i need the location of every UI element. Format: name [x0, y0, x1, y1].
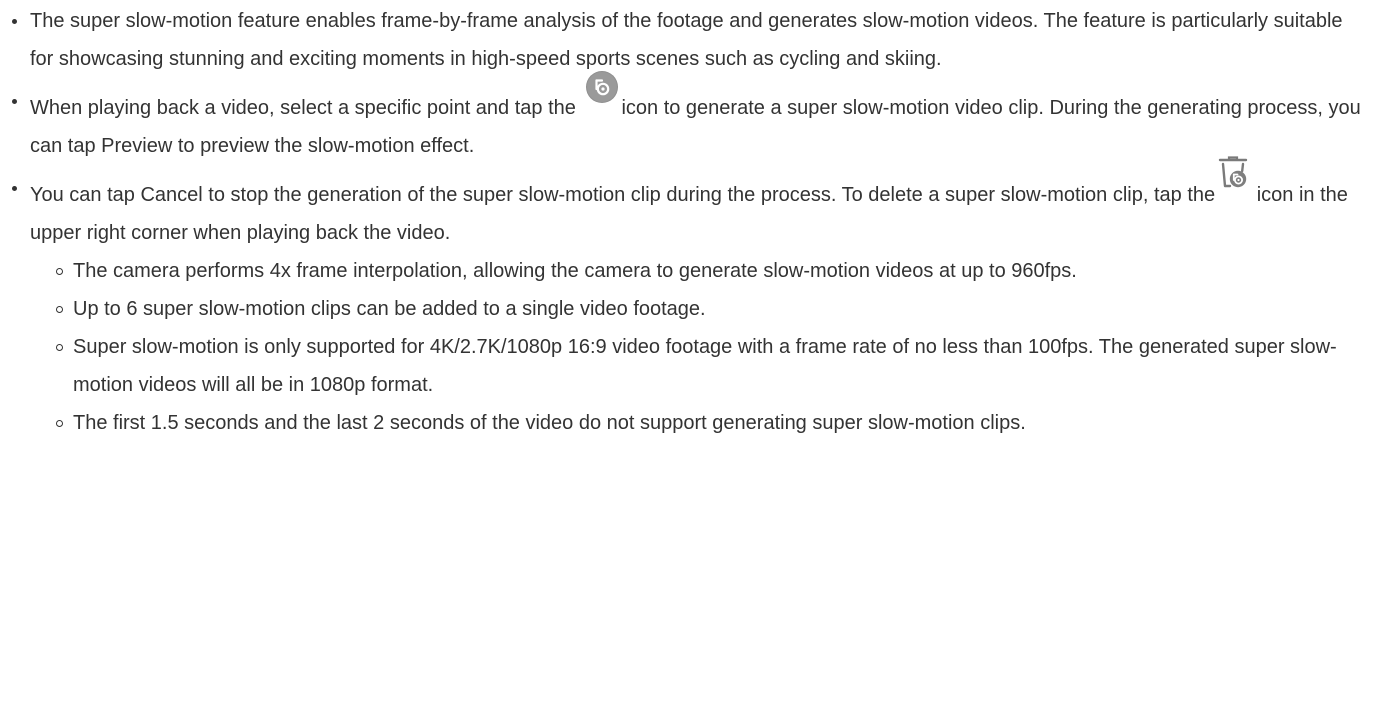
bullet-item-cancel-delete: You can tap Cancel to stop the generatio… — [0, 156, 1385, 442]
sub-item-text: The camera performs 4x frame interpolati… — [73, 260, 1077, 282]
super-slow-motion-icon — [585, 70, 619, 104]
sub-item-clip-limit: Up to 6 super slow-motion clips can be a… — [0, 290, 1365, 328]
sub-item-text: Up to 6 super slow-motion clips can be a… — [73, 298, 706, 320]
bullet-text-before-icon: You can tap Cancel to stop the generatio… — [30, 184, 1216, 206]
bullet-text-before-icon: When playing back a video, select a spec… — [30, 97, 582, 119]
bullet-text: The super slow-motion feature enables fr… — [30, 10, 1343, 70]
feature-bullet-list: The super slow-motion feature enables fr… — [0, 2, 1385, 442]
delete-slow-motion-icon — [1217, 155, 1249, 189]
sub-item-text: The first 1.5 seconds and the last 2 sec… — [73, 412, 1026, 434]
bullet-item-overview: The super slow-motion feature enables fr… — [0, 2, 1385, 78]
sub-item-frame-interpolation: The camera performs 4x frame interpolati… — [0, 252, 1365, 290]
bullet-item-generate: When playing back a video, select a spec… — [0, 71, 1385, 165]
sub-item-supported-formats: Super slow-motion is only supported for … — [0, 328, 1365, 404]
document-body: The super slow-motion feature enables fr… — [0, 0, 1385, 442]
sub-item-text: Super slow-motion is only supported for … — [73, 336, 1337, 396]
notes-sub-list: The camera performs 4x frame interpolati… — [30, 252, 1365, 442]
sub-item-unsupported-range: The first 1.5 seconds and the last 2 sec… — [0, 404, 1365, 442]
